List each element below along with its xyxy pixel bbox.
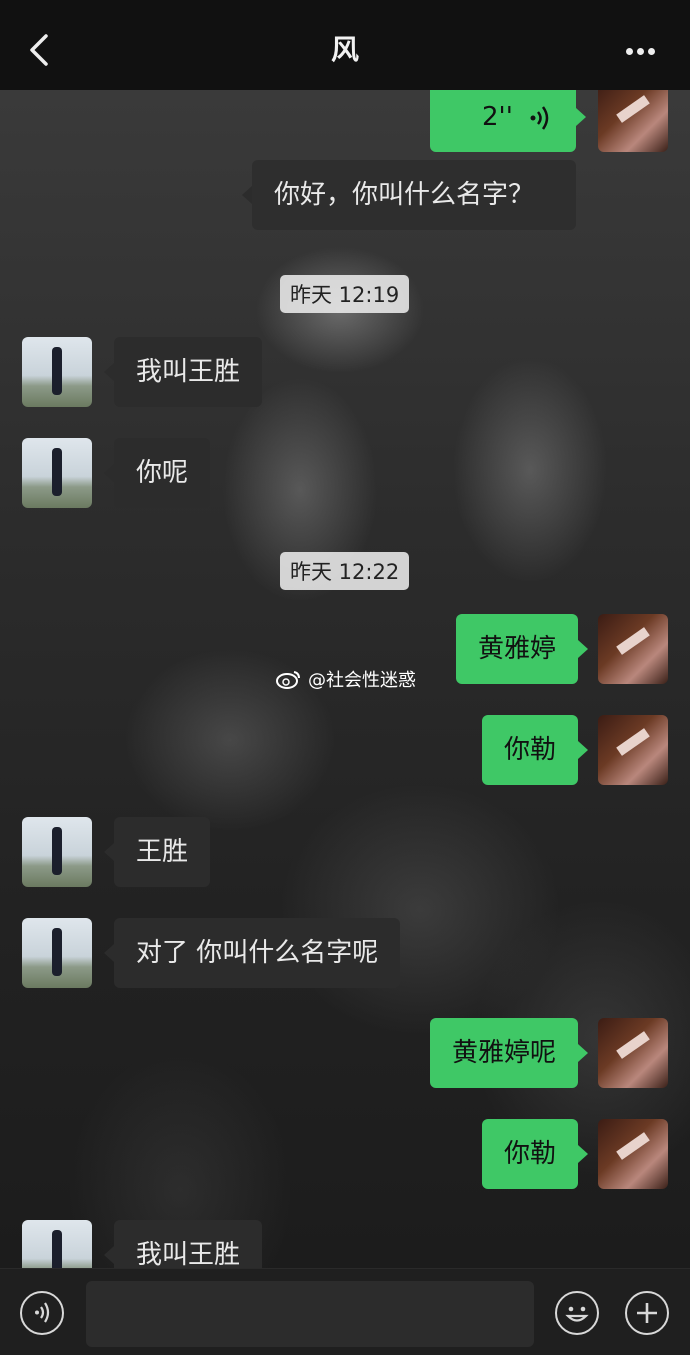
input-bar [0, 1268, 690, 1355]
my-avatar[interactable] [598, 614, 668, 684]
my-avatar[interactable] [598, 90, 668, 152]
message-text: 王胜 [136, 837, 189, 867]
message-text: 你勒 [503, 735, 556, 765]
message-text: 我叫王胜 [136, 357, 241, 387]
voice-icon[interactable] [20, 1291, 64, 1335]
timestamp: 昨天 12:22 [280, 552, 410, 590]
timestamp: 昨天 12:19 [280, 275, 410, 313]
message-bubble[interactable]: 你呢 [103, 438, 211, 508]
message-text: 对了 你叫什么名字呢 [136, 938, 379, 968]
weibo-logo-icon [276, 671, 300, 689]
message-bubble[interactable]: 黄雅婷 [455, 614, 589, 684]
my-avatar[interactable] [598, 1119, 668, 1189]
message-text: 你好，你叫什么名字？ [274, 180, 535, 210]
chat-area[interactable]: 2'' 你好，你叫什么名字？ 昨天 12:19 我叫王胜 你呢 昨天 12:22… [0, 90, 690, 1268]
message-bubble[interactable]: 你勒 [481, 715, 589, 785]
watermark-text: @社会性迷惑 [308, 670, 416, 691]
message-text: 你勒 [503, 1139, 556, 1169]
contact-avatar[interactable] [22, 918, 92, 988]
top-bar: 风 [0, 0, 690, 90]
message-text: 黄雅婷呢 [451, 1038, 556, 1068]
contact-avatar[interactable] [22, 438, 92, 508]
message-text: 我叫王胜 [136, 1240, 241, 1268]
message-bubble[interactable]: 你勒 [481, 1119, 589, 1189]
message-bubble[interactable]: 黄雅婷呢 [429, 1018, 589, 1088]
contact-avatar[interactable] [22, 1220, 92, 1268]
message-bubble[interactable]: 王胜 [103, 817, 211, 887]
message-input[interactable] [86, 1281, 534, 1347]
contact-avatar[interactable] [22, 817, 92, 887]
message-bubble[interactable]: 对了 你叫什么名字呢 [103, 918, 401, 988]
message-text: 你呢 [136, 458, 189, 488]
message-bubble[interactable]: 我叫王胜 [103, 337, 263, 407]
message-bubble[interactable]: 你好，你叫什么名字？ [242, 160, 576, 230]
message-bubble[interactable]: 我叫王胜 [103, 1220, 263, 1268]
emoji-icon[interactable] [555, 1291, 599, 1335]
voice-message-bubble[interactable]: 2'' [430, 90, 586, 152]
my-avatar[interactable] [598, 715, 668, 785]
contact-avatar[interactable] [22, 337, 92, 407]
voice-duration: 2'' [482, 102, 513, 132]
more-dots-icon[interactable] [626, 40, 660, 55]
chat-title: 风 [330, 33, 359, 66]
my-avatar[interactable] [598, 1018, 668, 1088]
plus-icon[interactable] [625, 1291, 669, 1335]
message-text: 黄雅婷 [477, 634, 556, 664]
voice-wave-icon [530, 105, 549, 130]
watermark: @社会性迷惑 [276, 666, 416, 692]
